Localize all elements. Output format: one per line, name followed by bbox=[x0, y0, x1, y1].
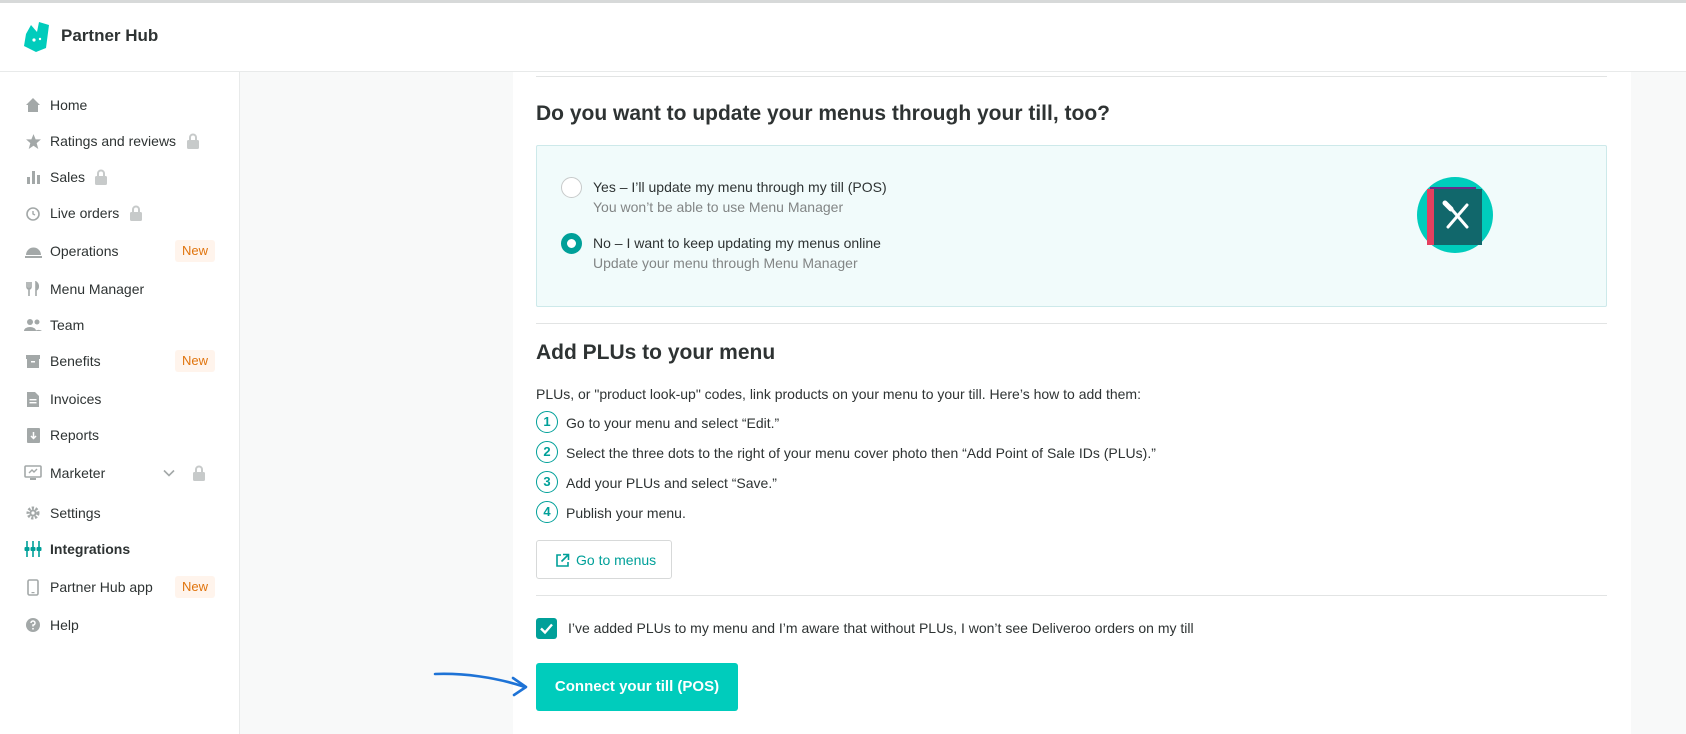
sidebar-item-settings[interactable]: Settings bbox=[0, 496, 239, 530]
deliveroo-logo-icon[interactable] bbox=[22, 21, 50, 53]
plu-confirm-label: I’ve added PLUs to my menu and I’m aware… bbox=[568, 620, 1194, 636]
top-header: Partner Hub bbox=[0, 0, 1686, 72]
sidebar-item-label: Team bbox=[50, 317, 85, 333]
lock-icon bbox=[187, 133, 199, 149]
divider bbox=[536, 76, 1607, 77]
step-text: Go to your menu and select “Edit.” bbox=[566, 415, 780, 431]
divider bbox=[536, 323, 1607, 324]
sidebar-item-live-orders[interactable]: Live orders bbox=[0, 196, 239, 230]
sidebar-item-label: Benefits bbox=[50, 353, 101, 369]
brand-title: Partner Hub bbox=[61, 26, 159, 45]
step-text: Publish your menu. bbox=[566, 505, 686, 521]
sidebar-nav: Home Ratings and reviews Sales Live orde… bbox=[0, 72, 240, 734]
sidebar-item-label: Live orders bbox=[50, 205, 120, 221]
gear-icon bbox=[24, 504, 42, 522]
monitor-icon bbox=[24, 464, 42, 482]
plu-intro-text: PLUs, or "product look-up" codes, link p… bbox=[536, 386, 1141, 402]
external-link-icon bbox=[556, 553, 570, 567]
sidebar-item-team[interactable]: Team bbox=[0, 308, 239, 342]
people-icon bbox=[24, 316, 42, 334]
sidebar-item-benefits[interactable]: Benefits New bbox=[0, 344, 239, 378]
phone-icon bbox=[24, 578, 42, 596]
sidebar-item-ratings[interactable]: Ratings and reviews bbox=[0, 124, 239, 158]
sidebar-item-label: Integrations bbox=[50, 541, 131, 557]
checkmark-icon bbox=[540, 623, 553, 635]
sidebar-item-operations[interactable]: Operations New bbox=[0, 234, 239, 268]
step-number: 4 bbox=[536, 501, 558, 523]
archive-icon bbox=[24, 352, 42, 370]
report-download-icon bbox=[24, 426, 42, 444]
step-number: 3 bbox=[536, 471, 558, 493]
option-title: Yes – I’ll update my menu through my til… bbox=[593, 179, 887, 195]
sidebar-item-sales[interactable]: Sales bbox=[0, 160, 239, 194]
lock-icon bbox=[193, 465, 205, 481]
step-number: 1 bbox=[536, 411, 558, 433]
radio-update-through-till[interactable] bbox=[561, 177, 582, 198]
sidebar-item-label: Operations bbox=[50, 243, 119, 259]
menu-book-cutlery-icon bbox=[1417, 177, 1493, 253]
connect-till-button[interactable]: Connect your till (POS) bbox=[536, 663, 738, 711]
integrations-icon bbox=[24, 540, 42, 558]
home-icon bbox=[24, 96, 42, 114]
sidebar-item-label: Menu Manager bbox=[50, 281, 145, 297]
lock-icon bbox=[130, 205, 142, 221]
cutlery-icon bbox=[24, 280, 42, 298]
go-to-menus-button[interactable]: Go to menus bbox=[536, 540, 672, 579]
new-badge: New bbox=[175, 350, 216, 372]
option-subtitle: You won’t be able to use Menu Manager bbox=[593, 199, 844, 215]
new-badge: New bbox=[175, 240, 216, 262]
star-icon bbox=[24, 132, 42, 150]
sidebar-item-label: Home bbox=[50, 97, 88, 113]
sidebar-item-invoices[interactable]: Invoices bbox=[0, 382, 239, 416]
sidebar-item-label: Partner Hub app bbox=[50, 579, 153, 595]
till-update-heading: Do you want to update your menus through… bbox=[536, 102, 1110, 125]
sidebar-item-home[interactable]: Home bbox=[0, 88, 239, 122]
help-icon bbox=[24, 616, 42, 634]
sidebar-item-help[interactable]: Help bbox=[0, 608, 239, 642]
option-title: No – I want to keep updating my menus on… bbox=[593, 235, 881, 251]
sidebar-item-label: Settings bbox=[50, 505, 101, 521]
go-to-menus-label: Go to menus bbox=[576, 552, 657, 568]
bar-chart-icon bbox=[24, 168, 42, 186]
step-text: Add your PLUs and select “Save.” bbox=[566, 475, 777, 491]
sidebar-item-reports[interactable]: Reports bbox=[0, 418, 239, 452]
step-number: 2 bbox=[536, 441, 558, 463]
sidebar-item-label: Invoices bbox=[50, 391, 102, 407]
sidebar-item-label: Marketer bbox=[50, 465, 106, 481]
document-icon bbox=[24, 390, 42, 408]
step-text: Select the three dots to the right of yo… bbox=[566, 445, 1156, 461]
sidebar-item-label: Sales bbox=[50, 169, 86, 185]
plu-confirm-checkbox[interactable] bbox=[536, 618, 557, 639]
divider bbox=[536, 595, 1607, 596]
plu-heading: Add PLUs to your menu bbox=[536, 341, 776, 364]
sidebar-item-label: Reports bbox=[50, 427, 100, 443]
sidebar-item-marketer[interactable]: Marketer bbox=[0, 456, 239, 490]
new-badge: New bbox=[175, 576, 216, 598]
cloche-icon bbox=[24, 242, 42, 260]
lock-icon bbox=[95, 169, 107, 185]
sidebar-item-integrations[interactable]: Integrations bbox=[0, 532, 239, 566]
clock-icon bbox=[24, 204, 42, 222]
sidebar-item-label: Ratings and reviews bbox=[50, 133, 177, 149]
sidebar-item-label: Help bbox=[50, 617, 79, 633]
chevron-down-icon[interactable] bbox=[161, 465, 177, 481]
sidebar-item-menu-manager[interactable]: Menu Manager bbox=[0, 272, 239, 306]
radio-update-online[interactable] bbox=[561, 233, 582, 254]
sidebar-item-partner-hub-app[interactable]: Partner Hub app New bbox=[0, 570, 239, 604]
option-subtitle: Update your menu through Menu Manager bbox=[593, 255, 858, 271]
arrow-annotation-icon bbox=[433, 672, 528, 697]
